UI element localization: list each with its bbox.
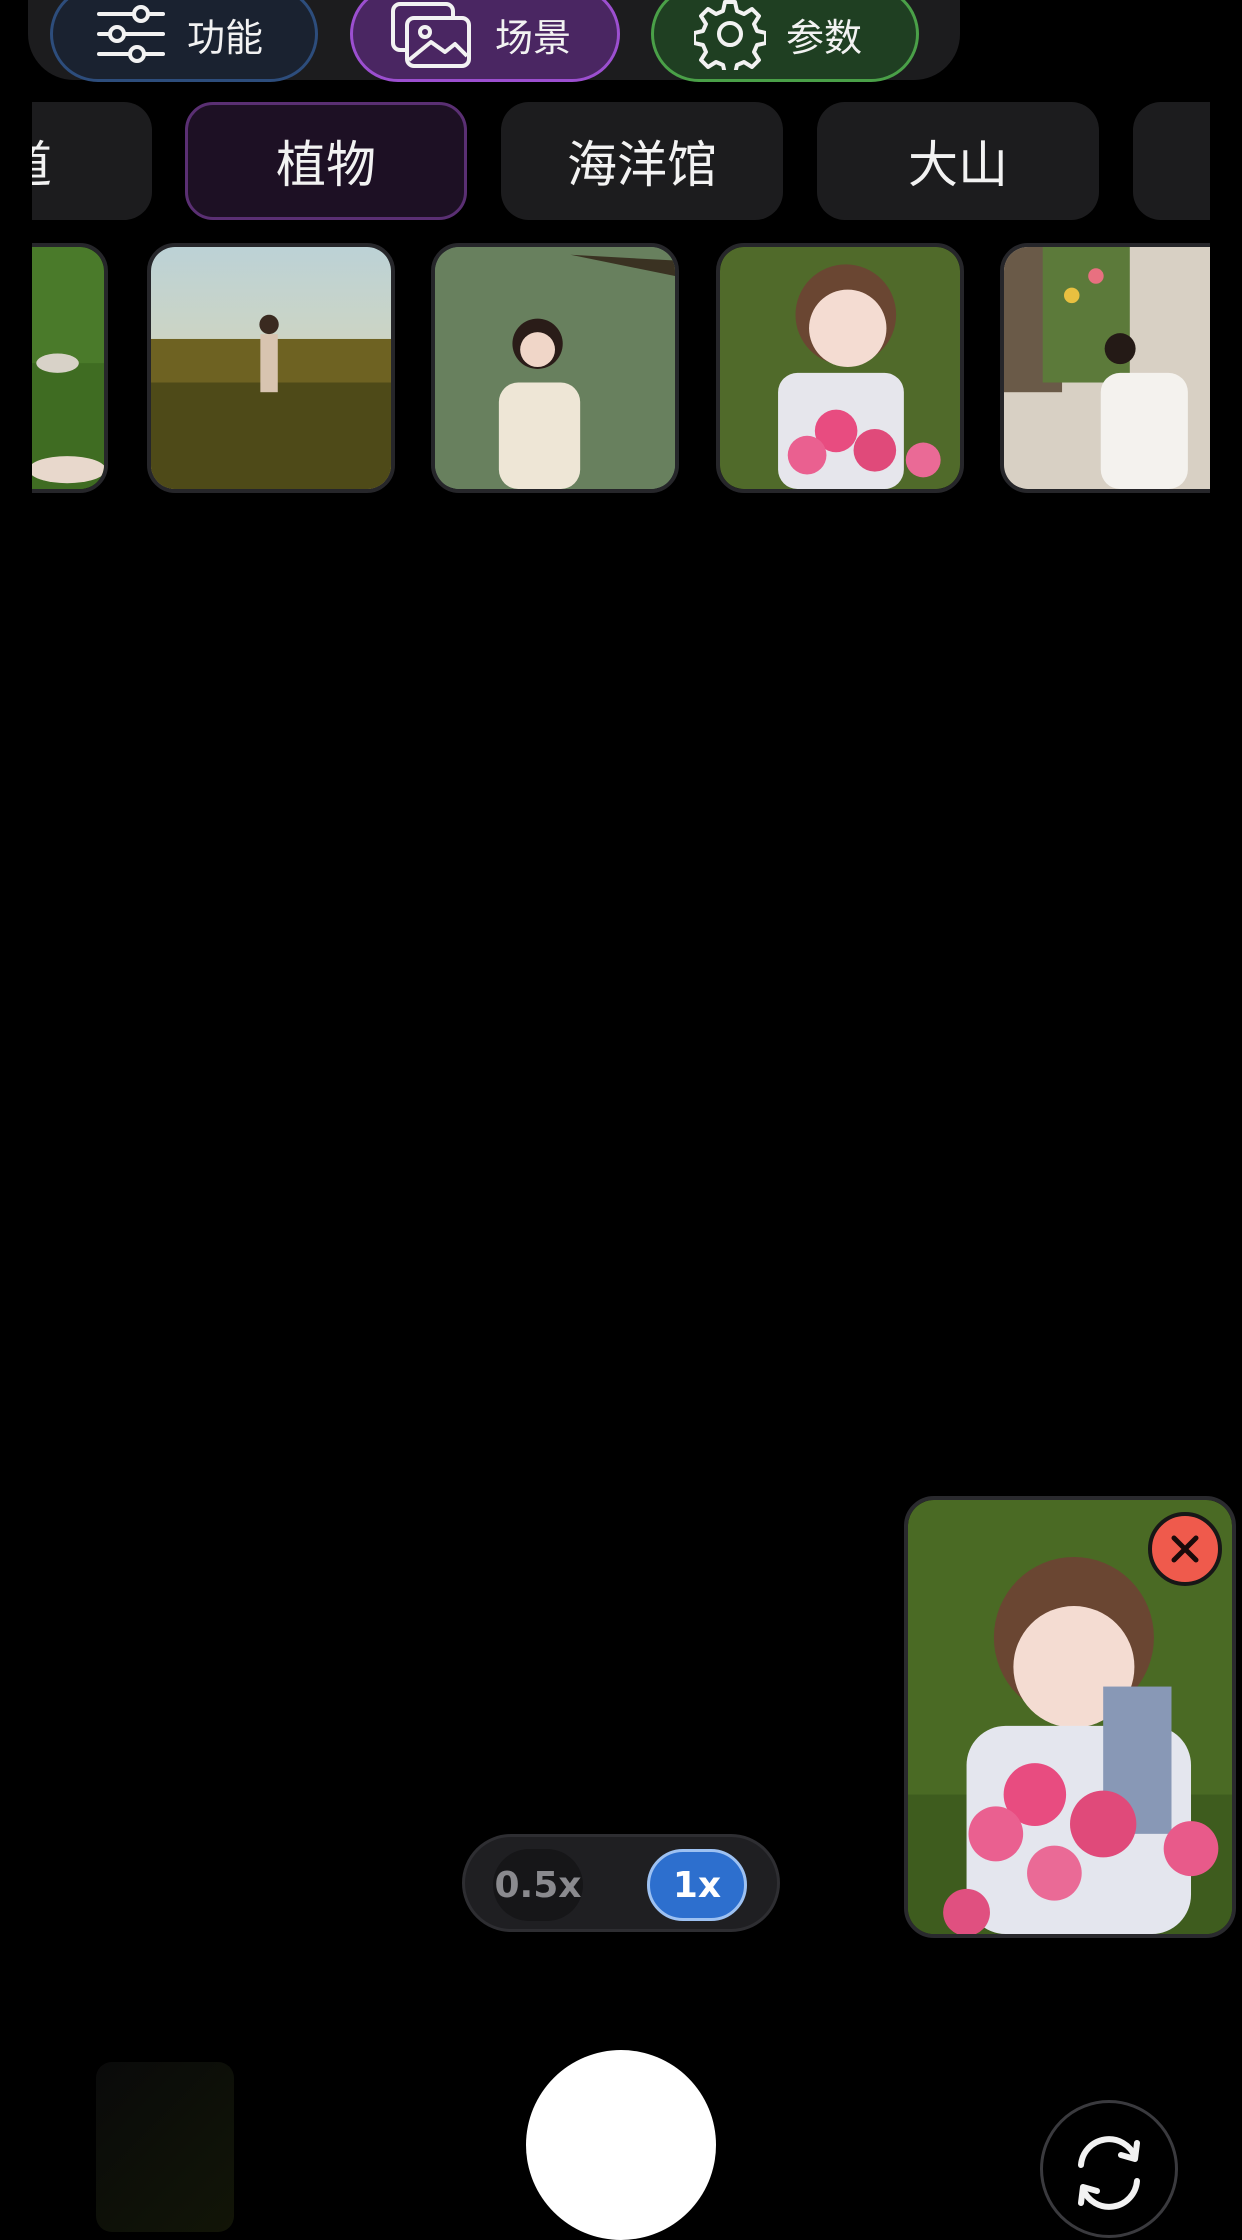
category-chip[interactable]: 道 [32,102,152,220]
category-scroller[interactable]: 道 植物 海洋馆 大山 [32,100,1210,224]
category-chip[interactable]: 大山 [817,102,1099,220]
category-chip[interactable]: 海洋馆 [501,102,783,220]
zoom-option-0-5x[interactable]: 0.5x [493,1849,583,1921]
scene-thumbnail-strip[interactable] [32,243,1210,493]
category-chip[interactable] [1133,102,1210,220]
category-chip-active[interactable]: 植物 [185,102,467,220]
zoom-selector: 0.5x 1x [462,1834,780,1932]
gear-icon [694,0,766,70]
mode-label: 参数 [786,15,863,60]
zoom-option-1x[interactable]: 1x [647,1849,747,1921]
close-icon [1171,1535,1199,1563]
flip-camera-button[interactable] [1040,2100,1178,2238]
sliders-icon [97,5,165,63]
image-gallery-icon [391,2,471,68]
camera-flip-icon [1078,2136,1140,2210]
shutter-button[interactable] [526,2050,716,2240]
mode-button-scene[interactable]: 场景 [350,0,620,82]
scene-thumbnail[interactable] [1000,243,1210,493]
mode-label: 场景 [495,15,572,60]
mode-button-function[interactable]: 功能 [50,0,318,82]
scene-thumbnail[interactable] [431,243,679,493]
mode-label: 功能 [187,15,264,60]
mode-button-params[interactable]: 参数 [651,0,919,82]
scene-thumbnail[interactable] [147,243,395,493]
gallery-thumbnail-button[interactable] [96,2062,234,2232]
close-preview-button[interactable] [1148,1512,1222,1586]
scene-thumbnail[interactable] [32,243,108,493]
scene-thumbnail[interactable] [716,243,964,493]
